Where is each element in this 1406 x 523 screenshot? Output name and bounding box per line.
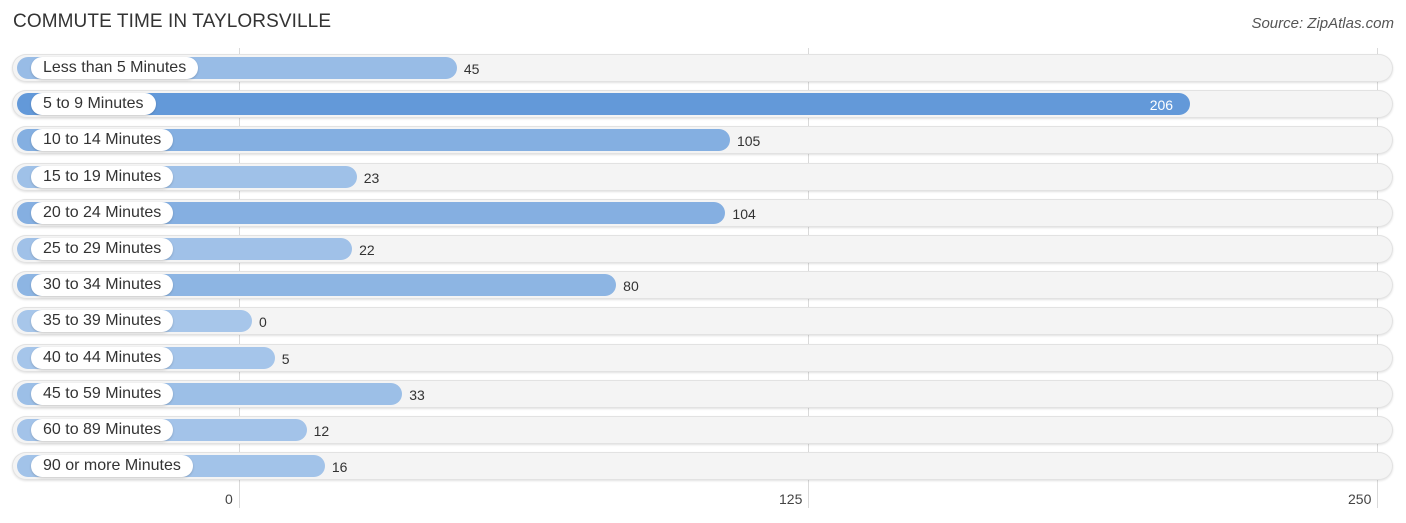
- category-label: Less than 5 Minutes: [31, 57, 199, 79]
- category-label: 30 to 34 Minutes: [31, 274, 174, 297]
- category-label: 90 or more Minutes: [31, 455, 193, 478]
- category-label: 45 to 59 Minutes: [31, 382, 174, 405]
- chart-title: COMMUTE TIME IN TAYLORSVILLE: [13, 11, 332, 32]
- category-label: 40 to 44 Minutes: [31, 346, 174, 369]
- category-label: 15 to 19 Minutes: [31, 165, 174, 188]
- category-label: 60 to 89 Minutes: [31, 419, 174, 441]
- category-label: 25 to 29 Minutes: [31, 238, 174, 260]
- value-label: 0: [259, 314, 267, 331]
- value-label: 16: [331, 459, 348, 476]
- value-label: 206: [1149, 97, 1174, 114]
- value-label: 80: [623, 278, 639, 295]
- x-tick-label: 125: [779, 491, 803, 507]
- value-label: 33: [409, 386, 425, 403]
- value-label: 12: [313, 423, 330, 439]
- source-label: Source: ZipAtlas.com: [1251, 15, 1394, 32]
- category-label: 35 to 39 Minutes: [31, 310, 174, 333]
- bar[interactable]: [17, 93, 1190, 116]
- x-tick-label: 250: [1348, 491, 1372, 507]
- x-tick-label: 0: [225, 491, 233, 507]
- category-label: 10 to 14 Minutes: [31, 129, 174, 152]
- value-label: 105: [736, 133, 761, 150]
- category-label: 5 to 9 Minutes: [31, 93, 156, 116]
- value-label: 22: [359, 242, 375, 258]
- value-label: 23: [363, 169, 380, 186]
- value-label: 104: [732, 205, 756, 222]
- value-label: 5: [281, 350, 290, 367]
- category-label: 20 to 24 Minutes: [31, 201, 174, 224]
- value-label: 45: [463, 61, 480, 77]
